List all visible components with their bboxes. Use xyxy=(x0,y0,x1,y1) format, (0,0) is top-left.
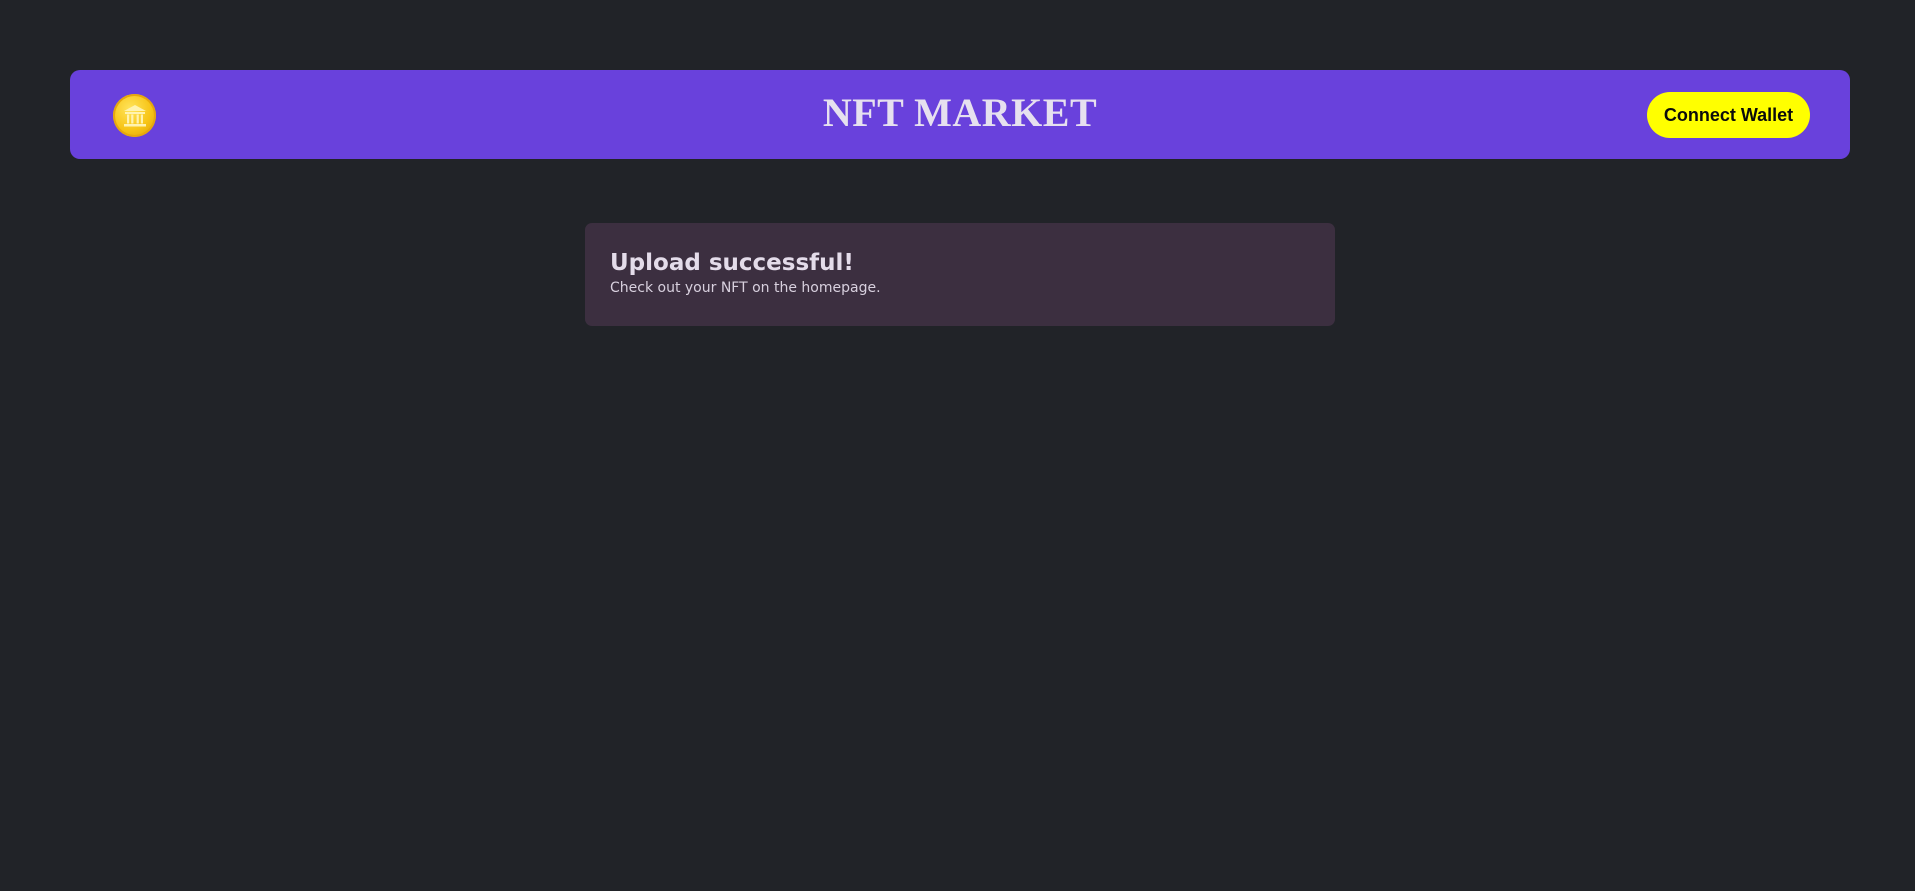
alert-title: Upload successful! xyxy=(610,250,854,276)
alert-message: Check out your NFT on the homepage. xyxy=(610,280,881,296)
brand-title: NFT MARKET xyxy=(822,90,1098,135)
upload-success-alert: Upload successful! Check out your NFT on… xyxy=(585,223,1335,326)
page: NFT MARKET Connect Wallet Upload success… xyxy=(0,0,1915,891)
connect-wallet-button[interactable]: Connect Wallet xyxy=(1647,92,1810,138)
navbar: NFT MARKET Connect Wallet xyxy=(70,70,1850,159)
